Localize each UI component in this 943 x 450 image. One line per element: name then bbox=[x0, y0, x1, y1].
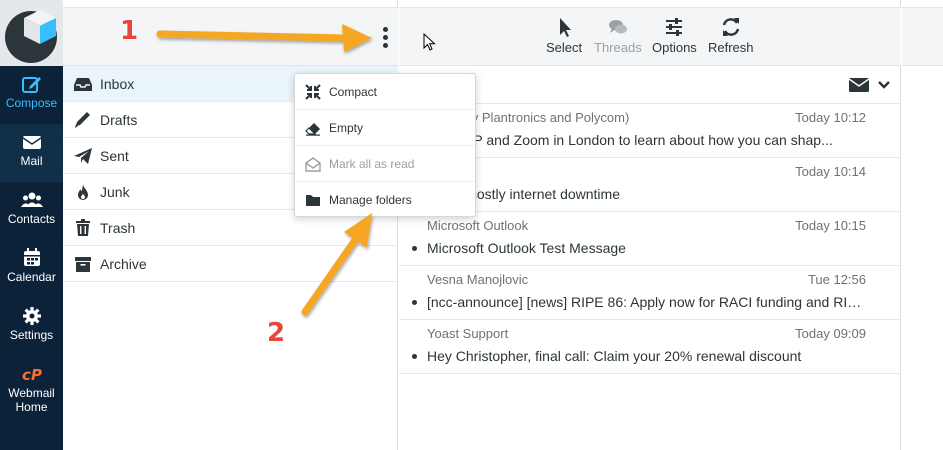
folder-archive[interactable]: Archive bbox=[63, 246, 398, 282]
folder-actions-menu-button[interactable] bbox=[376, 24, 394, 54]
pencil-icon bbox=[75, 112, 90, 128]
nav-webmail-home[interactable]: cP Webmail Home bbox=[0, 356, 63, 420]
folder-sent-label: Sent bbox=[100, 148, 129, 164]
refresh-label: Refresh bbox=[708, 40, 754, 55]
folder-archive-label: Archive bbox=[100, 256, 147, 272]
message-date: Tue 12:56 bbox=[807, 272, 866, 287]
message-subject: end to costly internet downtime bbox=[427, 186, 620, 202]
preview-pane bbox=[902, 0, 943, 450]
envelope-icon bbox=[22, 136, 41, 149]
compose-icon bbox=[21, 77, 41, 93]
message-date: Today 10:15 bbox=[795, 218, 866, 233]
nav-compose-label: Compose bbox=[5, 96, 58, 110]
message-subject: Hey Christopher, final call: Claim your … bbox=[427, 348, 802, 364]
menu-compact[interactable]: Compact bbox=[295, 74, 475, 110]
webmail-app: Compose Mail Contacts Calendar Settings … bbox=[0, 0, 943, 450]
message-subject: Microsoft Outlook Test Message bbox=[427, 240, 626, 256]
unread-dot bbox=[412, 354, 417, 359]
select-button[interactable]: Select bbox=[546, 16, 582, 55]
message-row[interactable]: Vesna Manojlovic Tue 12:56 [ncc-announce… bbox=[399, 266, 901, 320]
nav-settings[interactable]: Settings bbox=[0, 298, 63, 356]
select-label: Select bbox=[546, 40, 583, 55]
refresh-button[interactable]: Refresh bbox=[708, 16, 754, 55]
options-label: Options bbox=[652, 40, 697, 55]
archive-icon bbox=[75, 257, 91, 272]
menu-empty-label: Empty bbox=[329, 121, 364, 135]
nav-home-label: Home bbox=[15, 400, 48, 414]
nav-mail[interactable]: Mail bbox=[0, 124, 63, 182]
message-subject: Day | HP and Zoom in London to learn abo… bbox=[427, 132, 833, 148]
message-date: Today 09:09 bbox=[795, 326, 866, 341]
logo[interactable] bbox=[0, 0, 63, 66]
folder-junk-label: Junk bbox=[100, 184, 130, 200]
nav-contacts[interactable]: Contacts bbox=[0, 182, 63, 240]
cpanel-icon: cP bbox=[22, 366, 42, 384]
nav-webmail-label: Webmail bbox=[8, 386, 55, 400]
nav-mail-label: Mail bbox=[20, 154, 43, 168]
roundcube-logo-icon bbox=[5, 10, 57, 63]
preview-header bbox=[902, 7, 943, 66]
message-from: Yoast Support bbox=[427, 326, 509, 341]
refresh-icon bbox=[722, 18, 739, 36]
vertical-dots-icon bbox=[382, 27, 388, 32]
chevron-down-icon[interactable] bbox=[877, 79, 891, 91]
cursor-pointer-icon bbox=[560, 18, 572, 37]
folder-icon bbox=[306, 195, 320, 206]
folder-inbox-label: Inbox bbox=[100, 76, 135, 92]
threads-icon bbox=[608, 20, 627, 34]
message-date: Today 10:12 bbox=[795, 110, 866, 125]
menu-mark-all-read[interactable]: Mark all as read bbox=[295, 146, 475, 182]
folder-trash-label: Trash bbox=[100, 220, 136, 236]
nav-settings-label: Settings bbox=[9, 328, 54, 342]
menu-empty[interactable]: Empty bbox=[295, 110, 475, 146]
vertical-dots-icon-dot bbox=[382, 35, 388, 40]
menu-compact-label: Compact bbox=[329, 85, 378, 99]
message-subject: [ncc-announce] [news] RIPE 86: Apply now… bbox=[427, 294, 867, 310]
folder-actions-menu: Compact Empty Mark all as read Manage fo… bbox=[294, 73, 476, 217]
compress-icon bbox=[305, 84, 321, 100]
unread-dot bbox=[412, 246, 417, 251]
annotation-number-1: 1 bbox=[120, 16, 139, 46]
fire-icon bbox=[78, 184, 88, 200]
message-toolbar: Select Threads Options Refresh bbox=[399, 7, 901, 66]
gear-icon bbox=[22, 307, 41, 325]
svg-text:cP: cP bbox=[22, 366, 42, 384]
trash-icon bbox=[76, 219, 90, 236]
nav-calendar[interactable]: Calendar bbox=[0, 240, 63, 298]
threads-label: Threads bbox=[594, 40, 642, 55]
users-icon bbox=[20, 192, 43, 207]
nav-contacts-label: Contacts bbox=[7, 212, 56, 226]
message-row[interactable]: Microsoft Outlook Today 10:15 Microsoft … bbox=[399, 212, 901, 266]
menu-manage-folders-label: Manage folders bbox=[329, 193, 412, 207]
sliders-icon bbox=[666, 18, 683, 36]
folder-panel: Inbox Drafts Sent Junk Trash Archive bbox=[63, 0, 398, 450]
message-row[interactable]: Yoast Support Today 09:09 Hey Christophe… bbox=[399, 320, 901, 374]
threads-button[interactable]: Threads bbox=[594, 16, 642, 55]
envelope-open-icon bbox=[305, 157, 321, 172]
vertical-dots-icon-dot bbox=[382, 43, 388, 48]
main-nav: Compose Mail Contacts Calendar Settings … bbox=[0, 0, 63, 450]
envelope-icon[interactable] bbox=[849, 78, 869, 92]
nav-calendar-label: Calendar bbox=[7, 270, 56, 284]
message-list-panel: Select Threads Options Refresh (formerly… bbox=[399, 0, 901, 450]
message-from: Microsoft Outlook bbox=[427, 218, 529, 233]
message-date: Today 10:14 bbox=[795, 164, 866, 179]
paper-plane-icon bbox=[74, 148, 92, 164]
eraser-icon bbox=[305, 123, 320, 136]
menu-manage-folders[interactable]: Manage folders bbox=[295, 182, 475, 218]
message-from: Vesna Manojlovic bbox=[427, 272, 529, 287]
options-button[interactable]: Options bbox=[652, 16, 697, 55]
nav-compose[interactable]: Compose bbox=[0, 66, 63, 124]
menu-mark-all-read-label: Mark all as read bbox=[329, 157, 415, 171]
annotation-number-2: 2 bbox=[267, 318, 286, 348]
inbox-icon bbox=[74, 78, 92, 91]
calendar-icon bbox=[23, 248, 40, 266]
mouse-cursor-icon bbox=[423, 33, 436, 51]
folder-drafts-label: Drafts bbox=[100, 112, 138, 128]
folder-panel-header bbox=[63, 7, 398, 66]
unread-dot bbox=[412, 300, 417, 305]
